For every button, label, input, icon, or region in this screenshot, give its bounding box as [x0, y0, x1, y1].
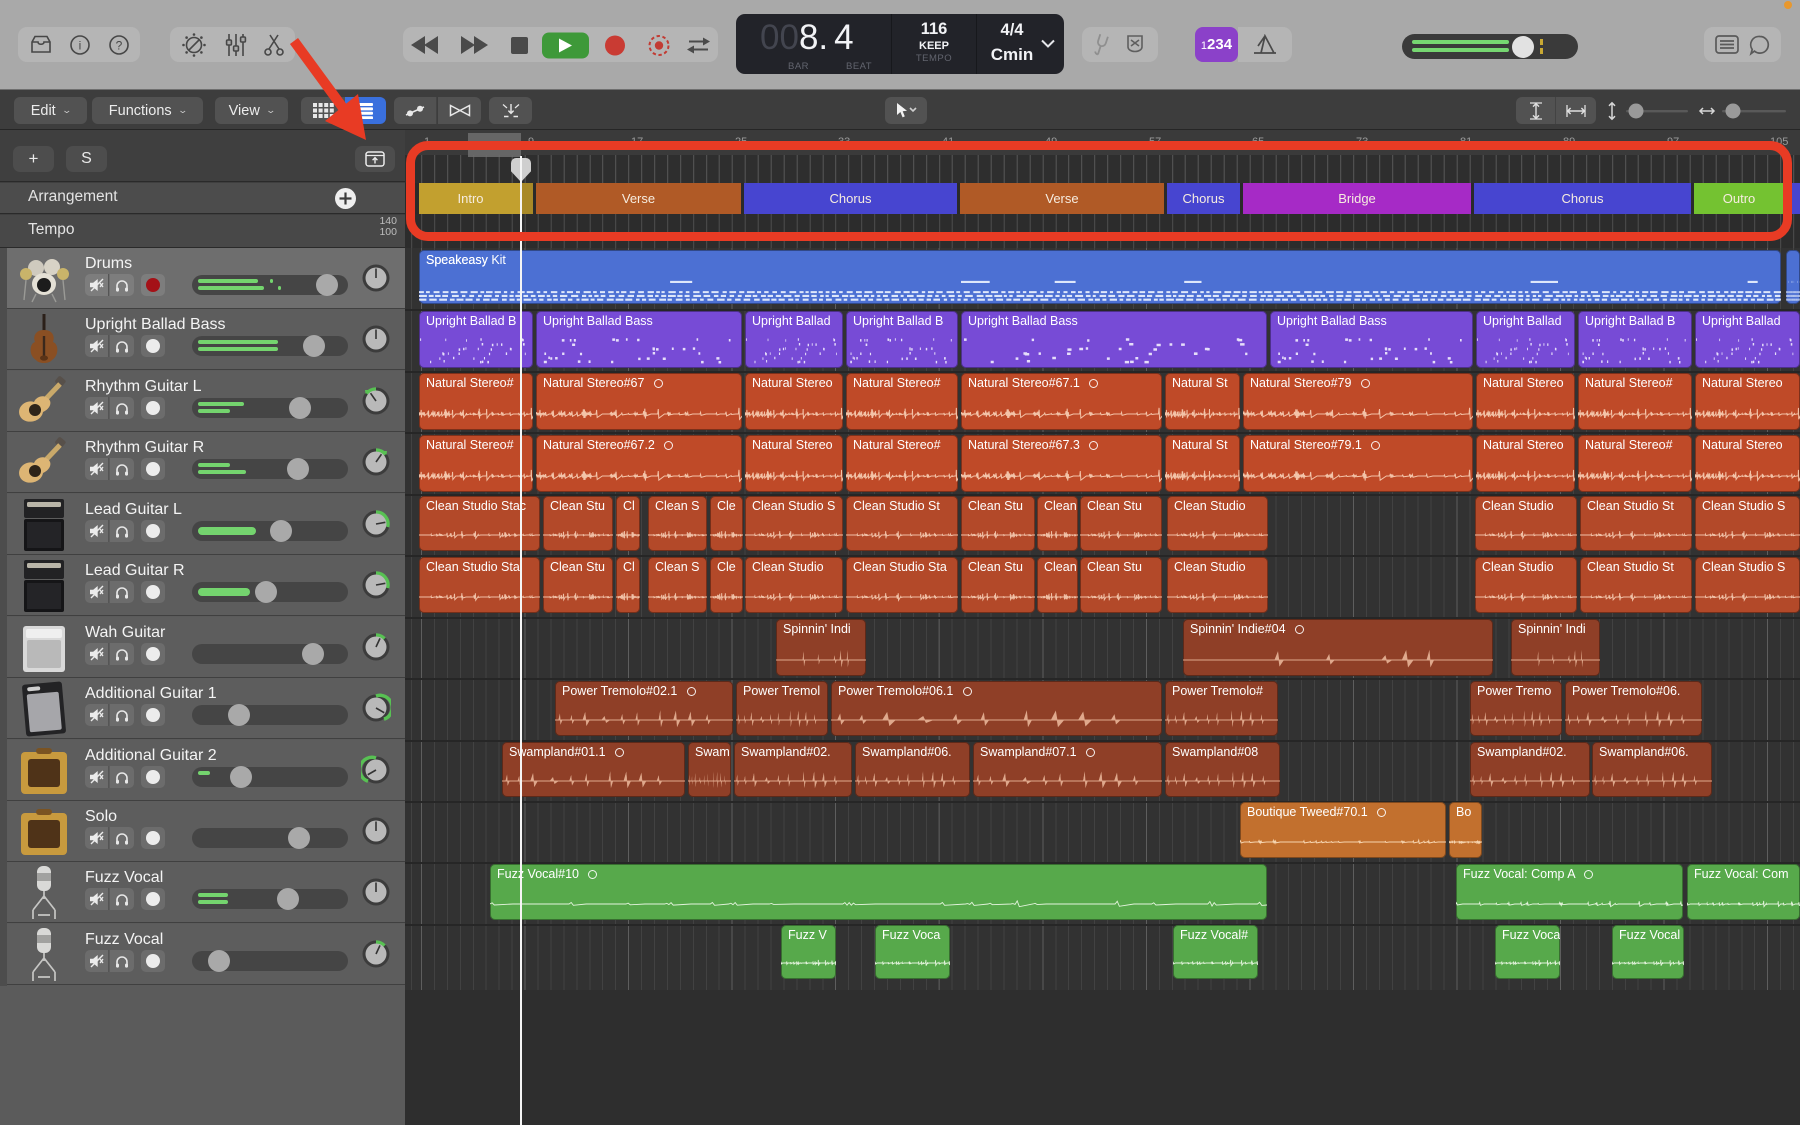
- svg-text:?: ?: [116, 39, 123, 53]
- svg-text:i: i: [79, 39, 82, 53]
